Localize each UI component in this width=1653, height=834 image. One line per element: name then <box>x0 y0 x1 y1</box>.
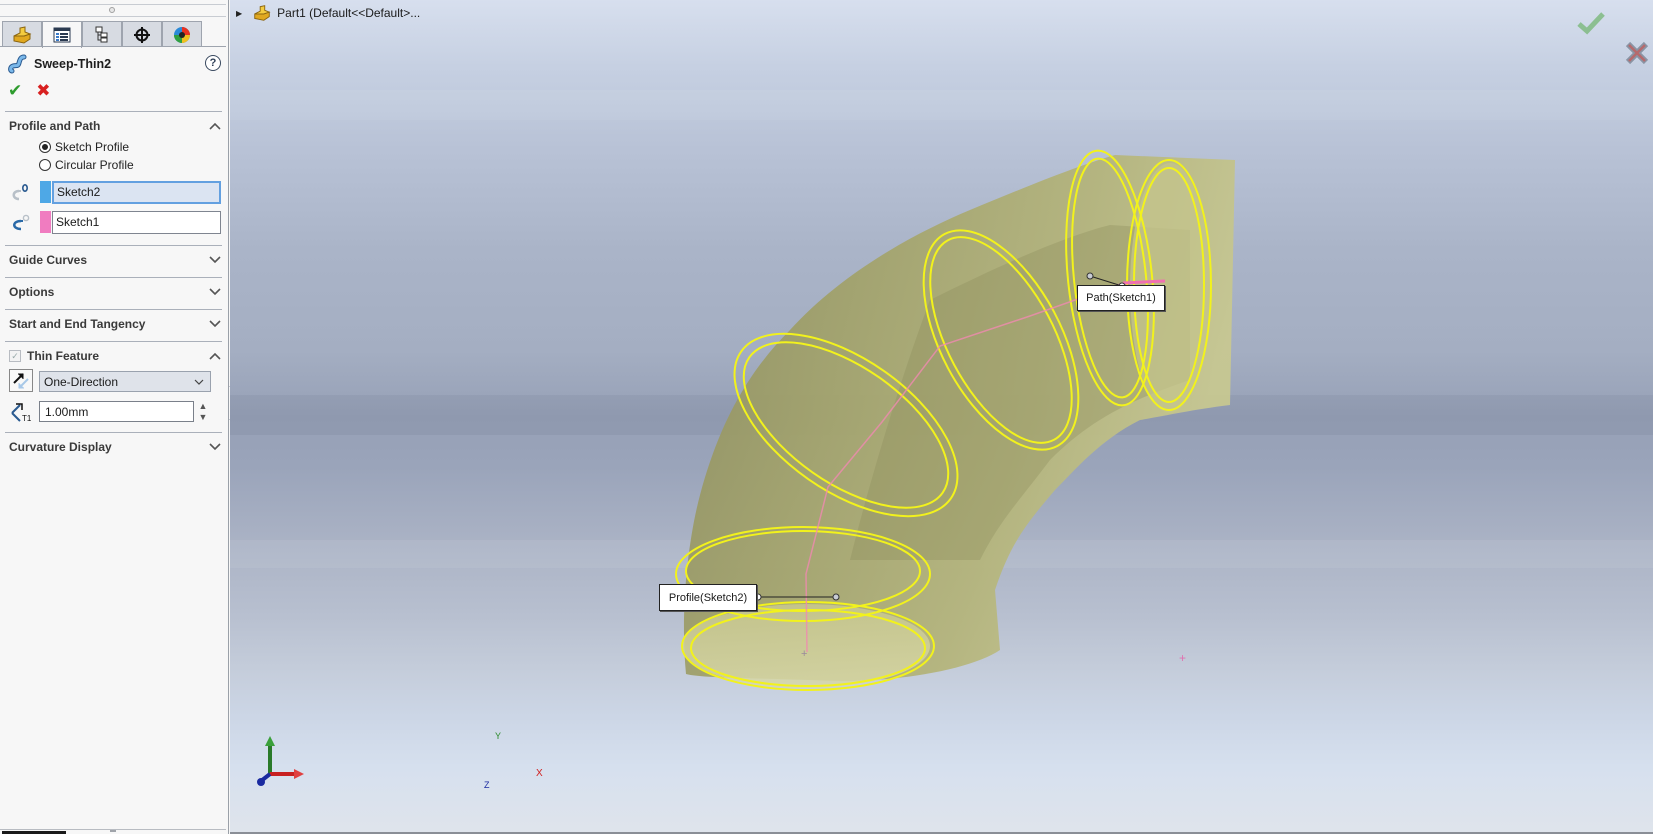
svg-text:T1: T1 <box>22 414 32 423</box>
ok-cancel-bar: ✔ ✖ <box>8 82 51 99</box>
tab-property-manager[interactable] <box>42 21 82 48</box>
radio-sketch-profile[interactable]: Sketch Profile <box>39 139 129 155</box>
group-label: Curvature Display <box>9 440 112 454</box>
panel-resize-grip[interactable] <box>110 830 116 832</box>
path-leader-handle[interactable] <box>1086 272 1094 280</box>
manager-tabs <box>2 21 202 48</box>
divider <box>5 341 222 342</box>
reverse-direction-button[interactable] <box>9 369 33 392</box>
group-label: Profile and Path <box>9 119 101 133</box>
triad-x-label: X <box>536 768 543 779</box>
tab-display-manager[interactable] <box>162 21 202 47</box>
group-label: Thin Feature <box>27 349 100 363</box>
property-manager-panel: Sweep-Thin2 ? ✔ ✖ Profile and Path Sketc… <box>0 0 229 834</box>
tab-feature-manager[interactable] <box>2 21 42 47</box>
group-thin-feature[interactable]: ✓ Thin Feature <box>9 347 222 365</box>
divider <box>0 4 226 5</box>
spin-up-icon[interactable]: ▲ <box>199 401 208 411</box>
sweep-preview-model[interactable]: + + <box>230 0 1653 834</box>
triad-y-label: Y <box>495 731 502 741</box>
radio-circular-profile[interactable]: Circular Profile <box>39 157 134 173</box>
thickness-spinner[interactable]: ▲ ▼ <box>198 401 208 422</box>
path-icon <box>13 214 30 231</box>
dropdown-value: One-Direction <box>44 374 119 389</box>
reverse-direction-icon <box>13 372 29 389</box>
divider <box>5 309 222 310</box>
radio-button[interactable] <box>39 159 51 171</box>
chevron-up-icon[interactable] <box>208 119 222 133</box>
thin-feature-toggle[interactable]: ✓ Thin Feature <box>9 349 99 363</box>
divider <box>5 277 222 278</box>
chevron-down-icon <box>194 379 204 385</box>
profile-callout[interactable]: Profile(Sketch2) <box>659 584 757 611</box>
help-button[interactable]: ? <box>205 55 221 71</box>
sweep-icon <box>8 54 27 74</box>
divider <box>5 111 222 112</box>
graphics-area[interactable]: ▶ Part1 (Default<<Default>... + + Y X Z … <box>230 0 1653 834</box>
appearance-ball-icon <box>174 26 190 43</box>
path-end-segment <box>1122 279 1166 285</box>
chevron-down-icon[interactable] <box>208 253 222 267</box>
path-selection-row: Sketch1 <box>9 210 221 234</box>
thin-feature-checkbox[interactable]: ✓ <box>9 350 21 362</box>
tab-dimxpert-manager[interactable] <box>122 21 162 47</box>
profile-color-swatch <box>40 181 51 203</box>
crosshair-icon <box>134 26 150 43</box>
group-options[interactable]: Options <box>9 283 222 301</box>
chevron-down-icon[interactable] <box>208 285 222 299</box>
radio-label: Circular Profile <box>55 158 134 172</box>
chevron-up-icon[interactable] <box>208 349 222 363</box>
chevron-down-icon[interactable] <box>208 317 222 331</box>
divider <box>5 432 222 433</box>
divider <box>0 16 226 17</box>
group-profile-and-path[interactable]: Profile and Path <box>9 117 222 135</box>
feature-title: Sweep-Thin2 <box>34 57 112 71</box>
property-manager-icon <box>53 27 71 43</box>
divider <box>5 245 222 246</box>
path-selection-box[interactable]: Sketch1 <box>52 210 221 234</box>
group-guide-curves[interactable]: Guide Curves <box>9 251 222 269</box>
group-label: Guide Curves <box>9 253 88 267</box>
view-triad <box>257 736 304 786</box>
property-manager-header: Sweep-Thin2 ? <box>8 53 223 75</box>
radio-label: Sketch Profile <box>55 140 130 154</box>
group-start-end-tangency[interactable]: Start and End Tangency <box>9 315 222 333</box>
group-label: Start and End Tangency <box>9 317 146 331</box>
ok-button[interactable]: ✔ <box>8 82 22 99</box>
origin-marker: + <box>1179 651 1186 665</box>
part-icon <box>13 25 32 44</box>
group-curvature-display[interactable]: Curvature Display <box>9 438 222 456</box>
path-callout[interactable]: Path(Sketch1) <box>1077 285 1165 311</box>
profile-selection-row: Sketch2 <box>9 180 221 204</box>
thin-type-dropdown[interactable]: One-Direction <box>39 371 211 392</box>
configuration-icon <box>95 26 108 42</box>
profile-icon <box>12 183 29 201</box>
profile-selection-box[interactable]: Sketch2 <box>52 180 221 204</box>
thickness-input[interactable]: 1.00mm <box>39 401 194 422</box>
panel-grip[interactable] <box>109 7 115 13</box>
profile-leader-handle[interactable] <box>832 593 840 601</box>
chevron-down-icon[interactable] <box>208 440 222 454</box>
tab-configuration-manager[interactable] <box>82 21 122 47</box>
path-color-swatch <box>40 211 51 233</box>
origin-marker: + <box>801 648 807 660</box>
triad-z-label: Z <box>484 780 490 790</box>
thickness-icon: T1 <box>11 403 32 423</box>
cancel-button[interactable]: ✖ <box>36 82 50 99</box>
group-label: Options <box>9 285 55 299</box>
spin-down-icon[interactable]: ▼ <box>199 412 208 422</box>
divider <box>0 46 226 47</box>
radio-button[interactable] <box>39 141 51 153</box>
